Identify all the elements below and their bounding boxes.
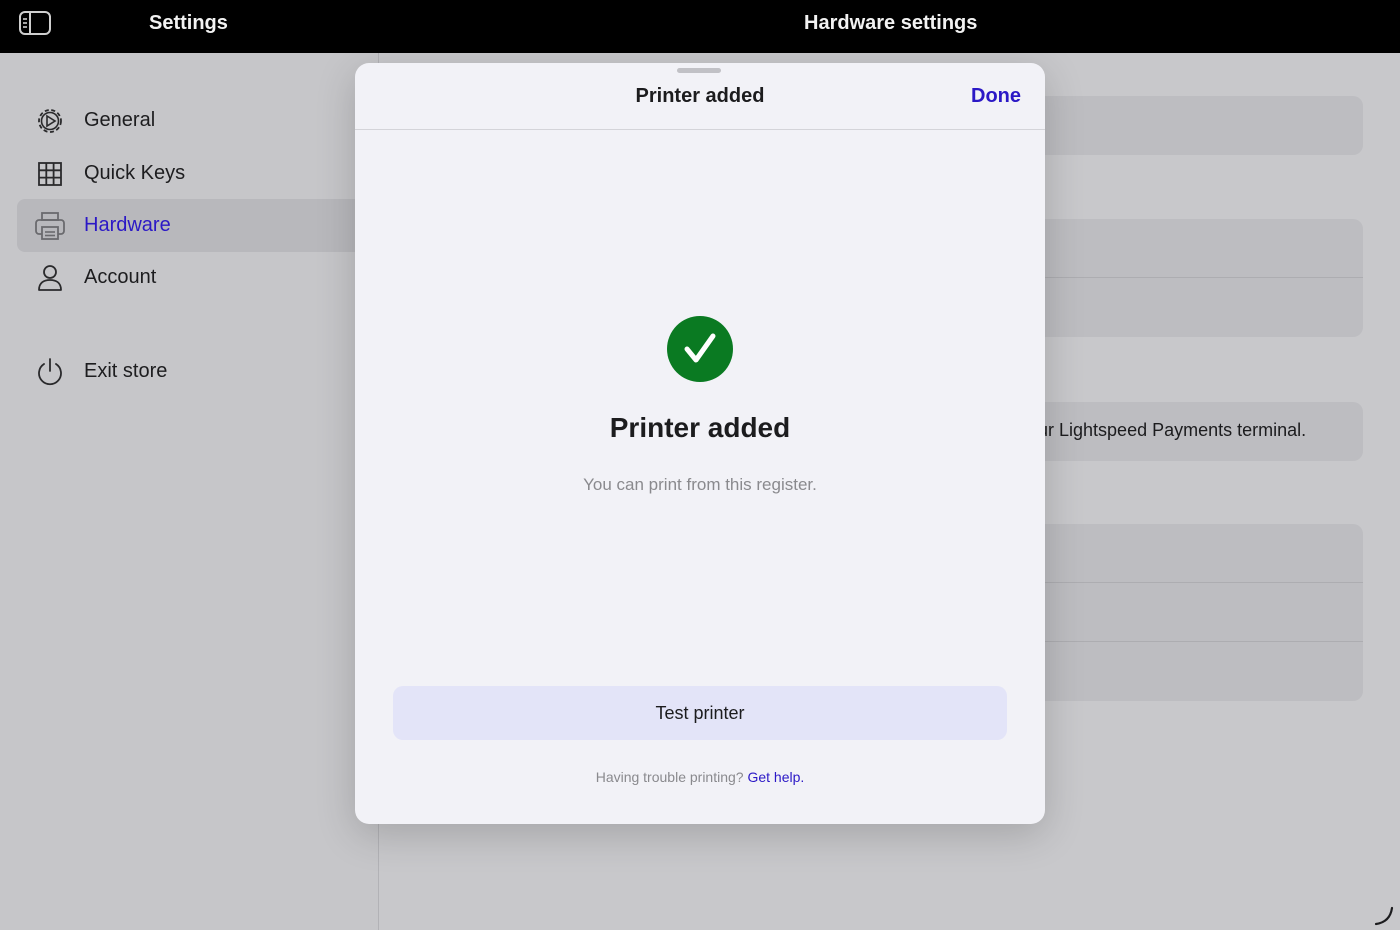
payments-terminal-text: our Lightspeed Payments terminal. (1028, 420, 1307, 440)
printer-icon (34, 210, 66, 242)
sidebar-item-label: Exit store (84, 360, 168, 382)
modal-header: Printer added Done (355, 63, 1045, 130)
person-icon (34, 262, 66, 294)
sidebar-item-quick-keys[interactable]: Quick Keys (17, 147, 362, 200)
settings-card[interactable] (1020, 219, 1363, 337)
help-line: Having trouble printing? Get help. (355, 769, 1045, 785)
sidebar-item-hardware[interactable]: Hardware (17, 199, 362, 252)
sidebar-item-label: Quick Keys (84, 162, 186, 184)
get-help-link[interactable]: Get help. (747, 769, 804, 785)
sidebar-item-general[interactable]: General (17, 94, 362, 147)
page-title: Hardware settings (804, 12, 978, 34)
sidebar-title: Settings (149, 12, 228, 34)
test-printer-label: Test printer (655, 702, 745, 723)
sidebar-item-label: Hardware (84, 214, 171, 236)
success-title: Printer added (609, 412, 791, 443)
modal-title: Printer added (635, 85, 765, 107)
settings-card[interactable] (1020, 96, 1363, 155)
printer-added-modal: Printer added Done Printer added You can… (355, 63, 1045, 824)
sidebar-item-exit-store[interactable]: Exit store (17, 345, 362, 398)
test-printer-button[interactable]: Test printer (393, 686, 1007, 740)
success-subtitle: You can print from this register. (583, 475, 817, 494)
grid-icon (34, 158, 66, 190)
settings-card[interactable] (1020, 524, 1363, 701)
sidebar-item-label: Account (84, 266, 157, 288)
power-icon (34, 356, 66, 388)
top-bar: Settings Hardware settings (0, 0, 1400, 53)
help-text: Having trouble printing? (595, 769, 744, 785)
sidebar-item-account[interactable]: Account (17, 251, 362, 304)
checkmark-icon (666, 315, 734, 383)
sidebar: General Quick Keys Hardware Account Exit… (0, 53, 379, 930)
gear-icon (34, 105, 66, 137)
sidebar-item-label: General (84, 109, 156, 131)
done-button[interactable]: Done (971, 85, 1021, 108)
sidebar-toggle-icon[interactable] (18, 10, 52, 36)
resize-handle-icon (1374, 906, 1394, 926)
